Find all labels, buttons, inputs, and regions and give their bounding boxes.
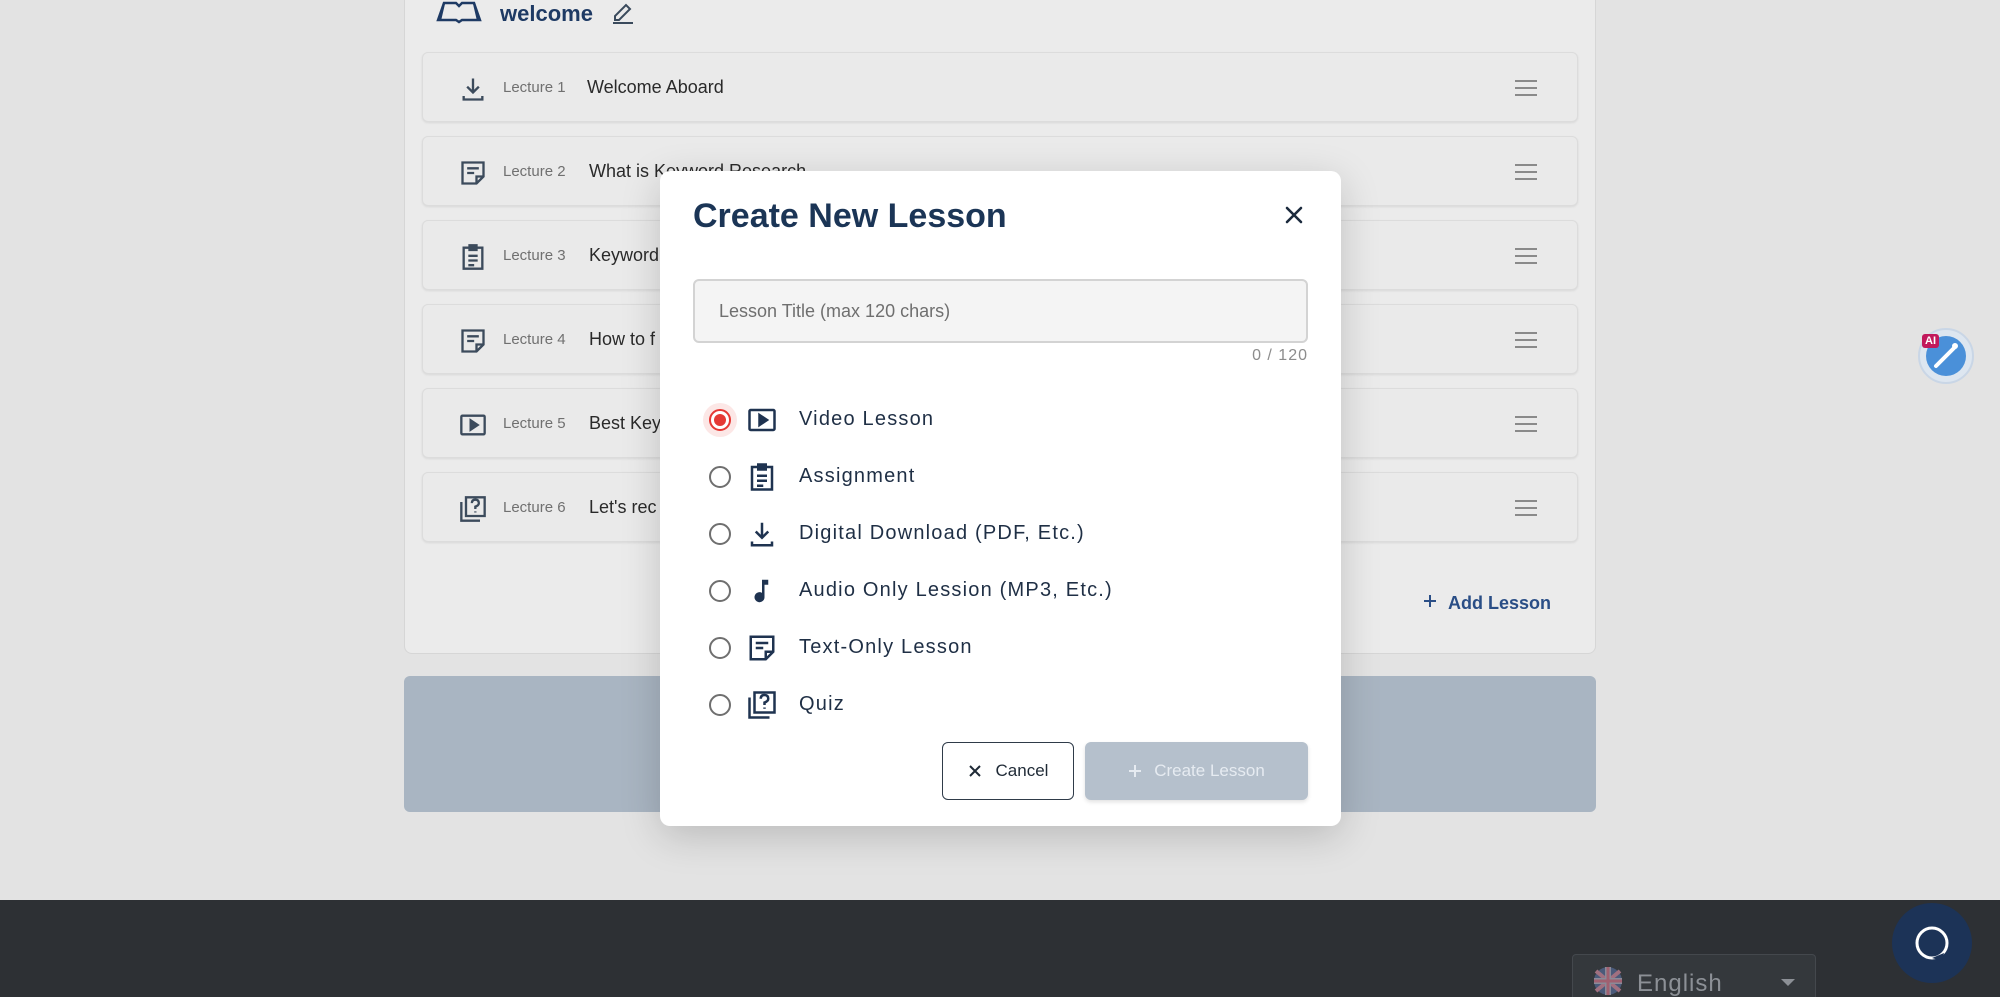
chat-bubble-icon [1915,926,1949,961]
create-lesson-label: Create Lesson [1154,761,1265,780]
close-icon [968,765,981,777]
lesson-type-list: Video Lesson Assignment Digital Download… [693,391,1308,733]
lesson-type-video[interactable]: Video Lesson [693,391,1308,448]
download-icon [747,519,777,549]
lesson-type-label: Digital Download (PDF, Etc.) [799,522,1085,544]
char-counter: 0 / 120 [1252,347,1308,364]
cancel-label: Cancel [995,761,1049,780]
language-label: English [1637,970,1723,997]
plus-icon [1129,765,1142,777]
create-lesson-modal: Create New Lesson 0 / 120 Video Lesson A… [660,171,1341,826]
help-chat-button[interactable] [1892,903,1972,983]
video-icon [747,405,777,435]
radio-video[interactable] [709,408,731,431]
lesson-type-audio[interactable]: Audio Only Lession (MP3, Etc.) [693,562,1308,619]
radio-text[interactable] [709,636,731,659]
modal-title: Create New Lesson [693,197,1007,235]
lesson-type-text[interactable]: Text-Only Lesson [693,619,1308,676]
close-icon [1285,206,1303,224]
radio-audio[interactable] [709,579,731,602]
create-lesson-button[interactable]: Create Lesson [1085,742,1308,800]
music-note-icon [747,576,777,606]
radio-quiz[interactable] [709,693,731,716]
quiz-icon [747,690,777,720]
lesson-type-label: Assignment [799,465,916,487]
lesson-type-label: Audio Only Lession (MP3, Etc.) [799,579,1113,601]
lesson-title-input[interactable] [693,279,1308,343]
radio-assignment[interactable] [709,465,731,488]
close-button[interactable] [1280,201,1308,229]
caret-down-icon [1781,979,1795,986]
lesson-type-download[interactable]: Digital Download (PDF, Etc.) [693,505,1308,562]
lesson-type-label: Video Lesson [799,408,935,430]
lesson-type-label: Quiz [799,693,845,715]
cancel-button[interactable]: Cancel [942,742,1074,800]
language-selector[interactable]: English [1572,954,1816,997]
lesson-type-assignment[interactable]: Assignment [693,448,1308,505]
text-lesson-icon [747,633,777,663]
radio-download[interactable] [709,522,731,545]
assignment-icon [747,462,777,492]
uk-flag-icon [1593,966,1623,997]
lesson-type-label: Text-Only Lesson [799,636,973,658]
lesson-type-quiz[interactable]: Quiz [693,676,1308,733]
